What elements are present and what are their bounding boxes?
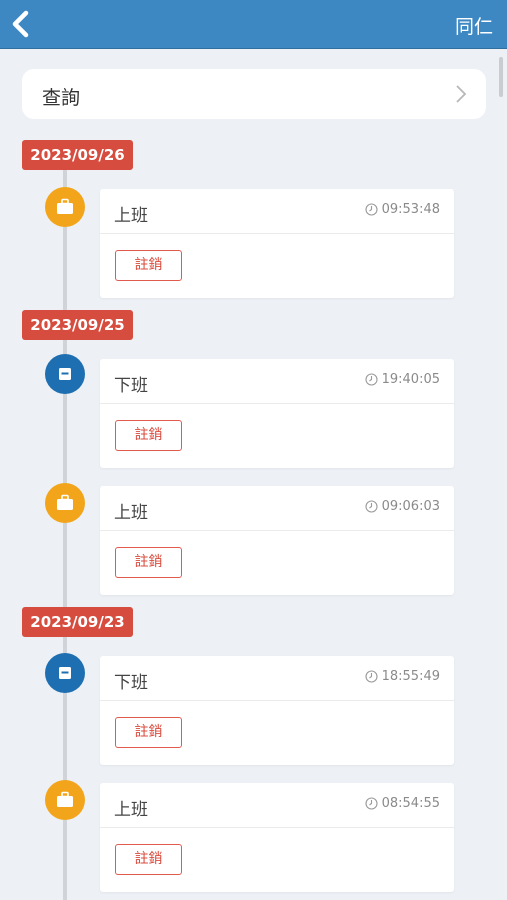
card-divider bbox=[100, 827, 454, 828]
record-type: 下班 bbox=[114, 673, 148, 693]
cancel-button[interactable]: 註銷 bbox=[115, 844, 182, 875]
record-time-value: 18:55:49 bbox=[381, 669, 440, 684]
door-exit-icon bbox=[59, 667, 71, 679]
card-divider bbox=[100, 530, 454, 531]
clock-out-node bbox=[45, 653, 85, 693]
record-type: 上班 bbox=[114, 800, 148, 820]
record-time-value: 09:06:03 bbox=[381, 499, 440, 514]
record-time: 19:40:05 bbox=[365, 372, 440, 387]
record-time: 09:53:48 bbox=[365, 202, 440, 217]
briefcase-icon bbox=[57, 198, 73, 214]
date-badge: 2023/09/25 bbox=[22, 310, 133, 340]
clock-in-node bbox=[45, 187, 85, 227]
card-divider bbox=[100, 233, 454, 234]
door-exit-icon bbox=[59, 368, 71, 380]
clock-out-node bbox=[45, 354, 85, 394]
record-time-value: 09:53:48 bbox=[381, 202, 440, 217]
date-badge: 2023/09/23 bbox=[22, 607, 133, 637]
clock-icon bbox=[365, 670, 378, 683]
back-icon[interactable] bbox=[6, 8, 36, 40]
attendance-card: 上班 09:06:03 註銷 bbox=[100, 486, 454, 595]
record-time: 18:55:49 bbox=[365, 669, 440, 684]
record-type: 下班 bbox=[114, 376, 148, 396]
page-title: 同仁 bbox=[454, 16, 493, 38]
card-divider bbox=[100, 403, 454, 404]
clock-icon bbox=[365, 373, 378, 386]
record-time: 08:54:55 bbox=[365, 796, 440, 811]
record-time: 09:06:03 bbox=[365, 499, 440, 514]
briefcase-icon bbox=[57, 791, 73, 807]
record-time-value: 08:54:55 bbox=[381, 796, 440, 811]
cancel-button[interactable]: 註銷 bbox=[115, 717, 182, 748]
search-label: 查詢 bbox=[42, 87, 81, 109]
clock-in-node bbox=[45, 780, 85, 820]
attendance-card: 上班 08:54:55 註銷 bbox=[100, 783, 454, 892]
record-type: 上班 bbox=[114, 503, 148, 523]
search-button[interactable]: 查詢 bbox=[22, 69, 486, 119]
card-divider bbox=[100, 700, 454, 701]
scrollbar[interactable] bbox=[499, 57, 503, 97]
attendance-card: 上班 09:53:48 註銷 bbox=[100, 189, 454, 298]
header-bar: 同仁 bbox=[0, 0, 507, 49]
cancel-button[interactable]: 註銷 bbox=[115, 420, 182, 451]
chevron-right-icon bbox=[456, 85, 467, 103]
briefcase-icon bbox=[57, 494, 73, 510]
clock-icon bbox=[365, 797, 378, 810]
date-badge: 2023/09/26 bbox=[22, 140, 133, 170]
clock-icon bbox=[365, 203, 378, 216]
cancel-button[interactable]: 註銷 bbox=[115, 547, 182, 578]
cancel-button[interactable]: 註銷 bbox=[115, 250, 182, 281]
attendance-card: 下班 18:55:49 註銷 bbox=[100, 656, 454, 765]
record-time-value: 19:40:05 bbox=[381, 372, 440, 387]
record-type: 上班 bbox=[114, 206, 148, 226]
attendance-card: 下班 19:40:05 註銷 bbox=[100, 359, 454, 468]
clock-in-node bbox=[45, 483, 85, 523]
clock-icon bbox=[365, 500, 378, 513]
